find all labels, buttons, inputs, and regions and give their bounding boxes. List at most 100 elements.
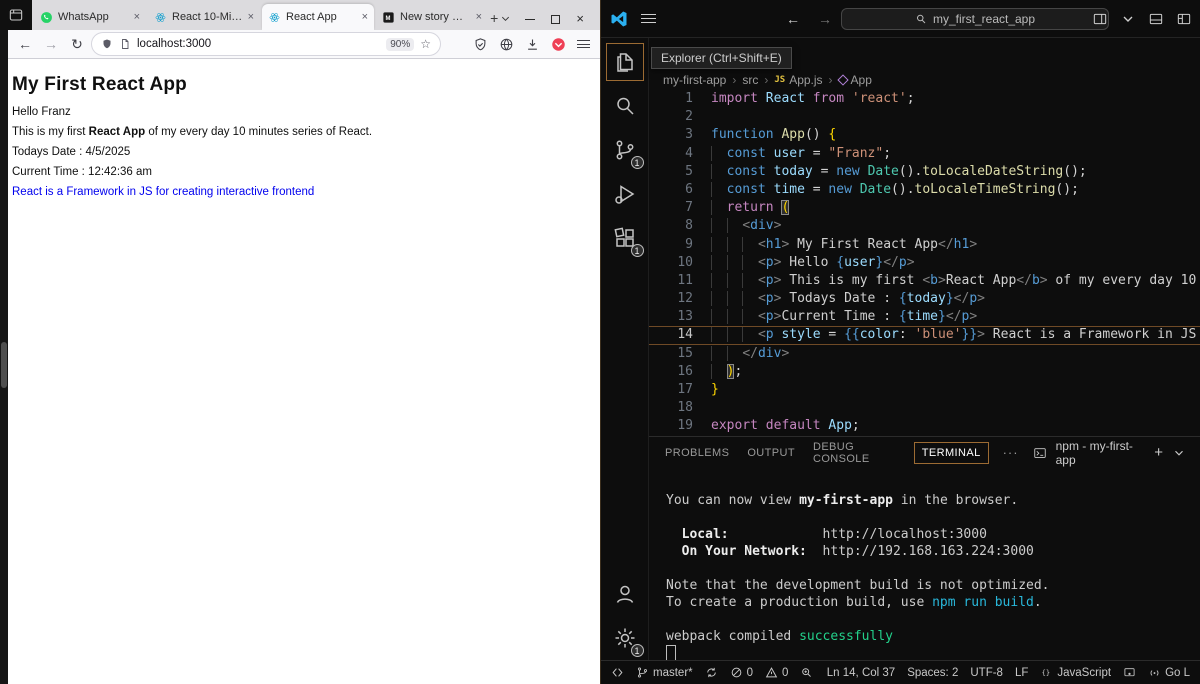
url-text[interactable]: localhost:3000 bbox=[137, 38, 380, 50]
code-line-5[interactable]: 5 const today = new Date().toLocaleDateS… bbox=[649, 163, 1200, 181]
code-text: <p style = {{color: 'blue'}}> React is a… bbox=[711, 326, 1196, 344]
new-terminal-icon[interactable]: + bbox=[1154, 444, 1163, 461]
code-text: <h1> My First React App</h1> bbox=[711, 236, 977, 254]
site-info-icon[interactable] bbox=[119, 38, 131, 50]
errors-status[interactable]: 0 bbox=[730, 666, 753, 679]
code-line-18[interactable]: 18 bbox=[649, 399, 1200, 417]
go-back-button[interactable]: ← bbox=[786, 11, 800, 27]
globe-icon[interactable] bbox=[499, 37, 514, 52]
tab-close-icon[interactable]: × bbox=[134, 11, 140, 23]
tab-close-icon[interactable]: × bbox=[248, 11, 254, 23]
edge-scrollbar-thumb[interactable] bbox=[1, 342, 7, 388]
new-tab-button[interactable]: + bbox=[490, 6, 498, 30]
git-branch[interactable]: master* bbox=[636, 666, 693, 679]
panel-tab-debug-console[interactable]: DEBUG CONSOLE bbox=[811, 437, 900, 469]
panel-tab-terminal[interactable]: TERMINAL bbox=[913, 441, 989, 464]
close-button[interactable]: × bbox=[576, 12, 584, 25]
source-control-button[interactable]: 1 bbox=[603, 128, 647, 172]
menu-icon[interactable] bbox=[577, 38, 590, 51]
cursor-position[interactable]: Ln 14, Col 37 bbox=[827, 667, 895, 679]
language-mode[interactable]: {} JavaScript bbox=[1040, 666, 1111, 679]
code-line-14[interactable]: 14 <p style = {{color: 'blue'}}> React i… bbox=[649, 326, 1200, 344]
bookmark-star-icon[interactable]: ☆ bbox=[420, 37, 431, 51]
panel-tab-output[interactable]: OUTPUT bbox=[745, 443, 797, 463]
forward-button[interactable]: → bbox=[40, 36, 62, 52]
code-line-15[interactable]: 15 </div> bbox=[649, 345, 1200, 363]
status-bar: master* 0 0 Ln 14, Col 37 Spaces: 2 UTF-8 LF {… bbox=[601, 660, 1200, 684]
go-forward-button[interactable]: → bbox=[818, 11, 832, 27]
run-debug-button[interactable] bbox=[603, 172, 647, 216]
code-line-17[interactable]: 17} bbox=[649, 381, 1200, 399]
maximize-button[interactable] bbox=[551, 14, 561, 24]
breadcrumb-item[interactable]: my-first-app bbox=[663, 73, 726, 87]
error-icon bbox=[730, 666, 743, 679]
code-line-9[interactable]: 9 <h1> My First React App</h1> bbox=[649, 236, 1200, 254]
pocket-icon[interactable] bbox=[551, 37, 566, 52]
code-line-16[interactable]: 16 ); bbox=[649, 363, 1200, 381]
line-number: 3 bbox=[685, 127, 693, 143]
breadcrumb-label: App bbox=[850, 73, 872, 87]
encoding[interactable]: UTF-8 bbox=[970, 667, 1003, 679]
breadcrumb-label: my-first-app bbox=[663, 73, 727, 87]
reload-button[interactable]: ↻ bbox=[66, 36, 88, 53]
code-text: <p> Todays Date : {today}</p> bbox=[711, 290, 985, 308]
tab-close-icon[interactable]: × bbox=[476, 11, 482, 23]
panel-tab-problems[interactable]: PROBLEMS bbox=[663, 443, 731, 463]
code-line-13[interactable]: 13 <p>Current Time : {time}</p> bbox=[649, 308, 1200, 326]
eol[interactable]: LF bbox=[1015, 667, 1028, 679]
code-line-1[interactable]: 1 import React from 'react'; bbox=[649, 90, 1200, 108]
zoom-level[interactable]: 90% bbox=[386, 37, 415, 51]
browser-tab[interactable]: WhatsApp × bbox=[34, 4, 146, 30]
minimize-button[interactable] bbox=[525, 18, 536, 20]
breadcrumb-item[interactable]: JS App.js bbox=[774, 73, 822, 87]
toggle-panel-icon[interactable] bbox=[1148, 11, 1164, 27]
zoom-status[interactable] bbox=[800, 666, 813, 679]
accounts-button[interactable] bbox=[603, 572, 647, 616]
account-shield-icon[interactable] bbox=[473, 37, 488, 52]
warnings-status[interactable]: 0 bbox=[765, 666, 788, 679]
settings-button[interactable]: 1 bbox=[603, 616, 647, 660]
panel-more-icon[interactable]: ··· bbox=[1003, 445, 1019, 460]
code-line-3[interactable]: 3 function App() { bbox=[649, 126, 1200, 144]
download-icon[interactable] bbox=[525, 37, 540, 52]
firefox-view-button[interactable] bbox=[0, 0, 32, 30]
customize-layout-icon[interactable] bbox=[1176, 11, 1192, 27]
browser-tab[interactable]: M New story — Me × bbox=[376, 4, 488, 30]
code-line-2[interactable]: 2 bbox=[649, 108, 1200, 126]
code-line-7[interactable]: 7 return ( bbox=[649, 199, 1200, 217]
tab-close-icon[interactable]: × bbox=[362, 11, 368, 23]
go-live[interactable]: Go L bbox=[1148, 666, 1190, 679]
terminal-panel[interactable]: You can now view my-first-app in the bro… bbox=[649, 468, 1200, 660]
breadcrumb-item[interactable]: App bbox=[836, 73, 872, 87]
code-line-19[interactable]: 19 export default App; bbox=[649, 417, 1200, 435]
status-extension[interactable] bbox=[1123, 666, 1136, 679]
code-line-10[interactable]: 10 <p> Hello {user}</p> bbox=[649, 254, 1200, 272]
git-sync[interactable] bbox=[705, 666, 718, 679]
hamburger-menu-icon[interactable] bbox=[641, 11, 656, 26]
back-button[interactable]: ← bbox=[14, 36, 36, 52]
code-line-11[interactable]: 11 <p> This is my first <b>React App</b>… bbox=[649, 272, 1200, 290]
code-line-12[interactable]: 12 <p> Todays Date : {today}</p> bbox=[649, 290, 1200, 308]
search-button[interactable] bbox=[603, 84, 647, 128]
list-tabs-button[interactable] bbox=[500, 6, 511, 30]
code-line-6[interactable]: 6 const time = new Date().toLocaleTimeSt… bbox=[649, 181, 1200, 199]
browser-tab[interactable]: React App × bbox=[262, 4, 374, 30]
explorer-button[interactable] bbox=[603, 40, 647, 84]
intro-line: This is my first React App of my every d… bbox=[12, 126, 592, 138]
code-line-8[interactable]: 8 <div> bbox=[649, 217, 1200, 235]
command-center[interactable]: my_first_react_app bbox=[841, 8, 1109, 30]
chevron-down-icon[interactable] bbox=[1120, 11, 1136, 27]
code-text: <p> This is my first <b>React App</b> of… bbox=[711, 272, 1196, 290]
terminal-session-label[interactable]: npm - my-first-app bbox=[1056, 439, 1146, 467]
tracking-protection-shield-icon[interactable] bbox=[101, 38, 113, 50]
terminal-dropdown-icon[interactable] bbox=[1172, 446, 1186, 460]
indentation[interactable]: Spaces: 2 bbox=[907, 667, 958, 679]
address-bar[interactable]: localhost:3000 90% ☆ bbox=[92, 33, 440, 55]
browser-tab[interactable]: React 10-Minut × bbox=[148, 4, 260, 30]
breadcrumb-item[interactable]: src bbox=[742, 73, 758, 87]
split-editor-icon[interactable] bbox=[1092, 11, 1108, 27]
code-editor[interactable]: 1 import React from 'react'; 2 3 function Ap… bbox=[649, 90, 1200, 436]
extensions-button[interactable]: 1 bbox=[603, 216, 647, 260]
remote-indicator[interactable] bbox=[611, 666, 624, 679]
code-line-4[interactable]: 4 const user = "Franz"; bbox=[649, 145, 1200, 163]
